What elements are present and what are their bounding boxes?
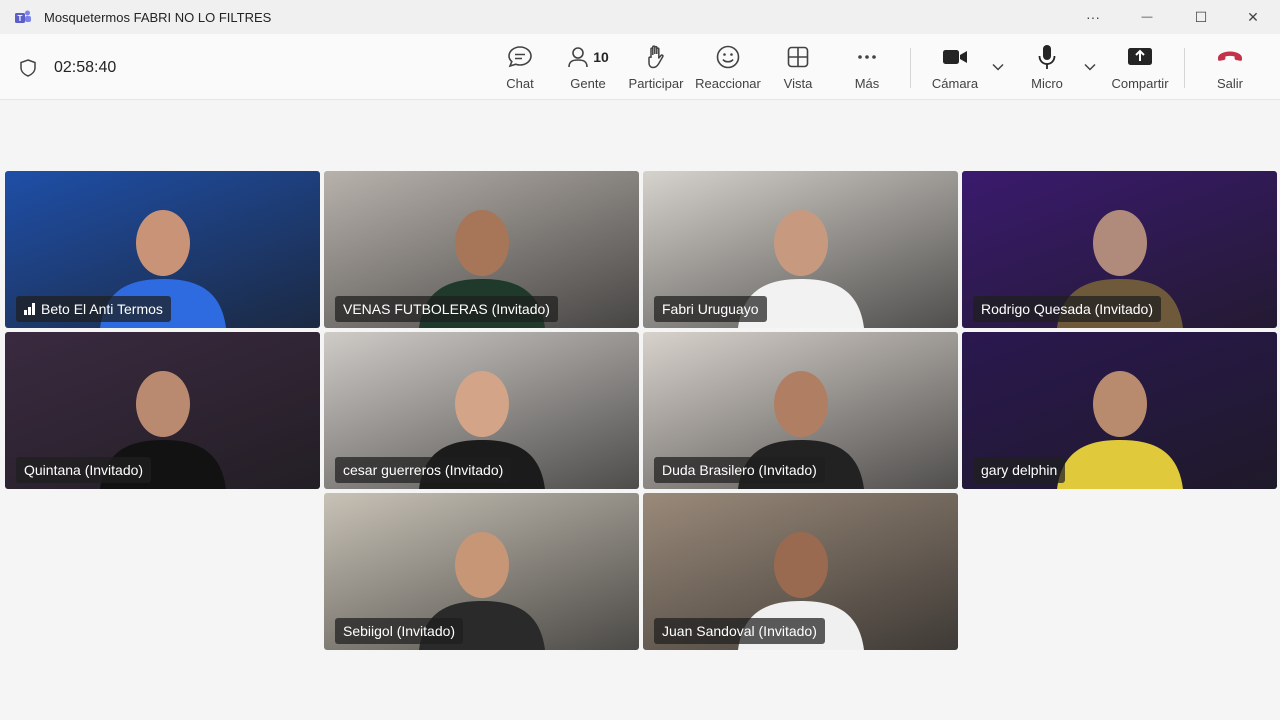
people-count: 10 — [593, 49, 609, 65]
camera-button[interactable]: Cámara — [928, 42, 982, 94]
silhouette-head — [1093, 210, 1147, 276]
participant-tile[interactable]: cesar guerreros (Invitado) — [324, 332, 639, 489]
participant-name-tag: VENAS FUTBOLERAS (Invitado) — [335, 296, 558, 322]
silhouette-head — [774, 532, 828, 598]
smile-icon — [716, 45, 740, 69]
teams-app-icon: T — [15, 10, 31, 23]
participant-tile[interactable]: VENAS FUTBOLERAS (Invitado) — [324, 171, 639, 328]
chat-label: Chat — [506, 76, 534, 91]
participant-name-tag: Sebiigol (Invitado) — [335, 618, 464, 644]
silhouette-head — [455, 532, 509, 598]
camera-icon — [943, 50, 967, 64]
people-label: Gente — [570, 76, 606, 91]
camera-label: Cámara — [931, 76, 979, 91]
leave-button[interactable]: Salir — [1210, 42, 1250, 94]
view-button[interactable]: Vista — [778, 42, 818, 94]
silhouette-head — [774, 210, 828, 276]
participant-name-tag: Fabri Uruguayo — [654, 296, 767, 322]
participant-name: cesar guerreros (Invitado) — [343, 462, 504, 478]
participant-tile[interactable]: Duda Brasilero (Invitado) — [643, 332, 958, 489]
participant-name: Beto El Anti Termos — [41, 301, 163, 317]
minimize-button[interactable]: — — [1124, 0, 1170, 34]
ellipsis-icon — [858, 55, 876, 59]
meeting-toolbar: 02:58:40 Chat 10 Gente Participar Reacci… — [0, 34, 1280, 100]
more-options-icon: ··· — [1086, 9, 1100, 25]
participant-tile[interactable]: Juan Sandoval (Invitado) — [643, 493, 958, 650]
silhouette-head — [1093, 371, 1147, 437]
more-label: Más — [854, 76, 880, 91]
window-title: Mosquetermos FABRI NO LO FILTRES — [44, 10, 272, 25]
maximize-icon: ☐ — [1194, 8, 1208, 25]
silhouette-head — [455, 371, 509, 437]
participant-name-tag: Rodrigo Quesada (Invitado) — [973, 296, 1161, 322]
toolbar-divider — [910, 48, 911, 88]
meeting-timer: 02:58:40 — [54, 59, 117, 76]
chat-button[interactable]: Chat — [500, 42, 540, 94]
participant-name: VENAS FUTBOLERAS (Invitado) — [343, 301, 550, 317]
mic-label: Micro — [1031, 76, 1063, 91]
mic-options-chevron-down-icon[interactable] — [1083, 60, 1097, 74]
participant-name-tag: Quintana (Invitado) — [16, 457, 152, 483]
silhouette-head — [136, 371, 190, 437]
participant-tile[interactable]: Quintana (Invitado) — [5, 332, 320, 489]
shield-icon[interactable] — [18, 58, 38, 78]
signal-bar — [24, 310, 27, 315]
react-label: Reaccionar — [695, 76, 761, 91]
silhouette-head — [774, 371, 828, 437]
signal-strength-icon — [24, 303, 35, 315]
participant-name: Sebiigol (Invitado) — [343, 623, 456, 639]
chat-icon — [508, 46, 532, 68]
people-button[interactable]: 10 Gente — [562, 42, 614, 94]
share-label: Compartir — [1111, 76, 1169, 91]
title-bar: T Mosquetermos FABRI NO LO FILTRES ··· —… — [0, 0, 1280, 34]
share-button[interactable]: Compartir — [1108, 42, 1172, 94]
view-label: Vista — [783, 76, 813, 91]
participant-tile[interactable]: Rodrigo Quesada (Invitado) — [962, 171, 1277, 328]
hand-icon — [648, 45, 664, 69]
silhouette-head — [136, 210, 190, 276]
hang-up-icon — [1218, 51, 1242, 61]
maximize-button[interactable]: ☐ — [1178, 0, 1224, 34]
raise-hand-label: Participar — [628, 76, 684, 91]
silhouette-head — [455, 210, 509, 276]
participant-name-tag: gary delphin — [973, 457, 1066, 483]
participant-name-tag: Duda Brasilero (Invitado) — [654, 457, 825, 483]
participant-tile[interactable]: Fabri Uruguayo — [643, 171, 958, 328]
participant-tile[interactable]: Sebiigol (Invitado) — [324, 493, 639, 650]
minimize-icon: — — [1141, 11, 1153, 23]
grid-view-icon — [787, 46, 809, 68]
camera-options-chevron-down-icon[interactable] — [991, 60, 1005, 74]
participant-name-tag: cesar guerreros (Invitado) — [335, 457, 512, 483]
people-icon — [568, 47, 589, 68]
participant-name-tag: Juan Sandoval (Invitado) — [654, 618, 825, 644]
participant-tile[interactable]: Beto El Anti Termos — [5, 171, 320, 328]
signal-bar — [28, 307, 31, 315]
more-button[interactable]: Más — [848, 42, 886, 94]
participant-name-tag: Beto El Anti Termos — [16, 296, 171, 322]
participant-name: Fabri Uruguayo — [662, 301, 759, 317]
participant-name: Rodrigo Quesada (Invitado) — [981, 301, 1153, 317]
participant-name: gary delphin — [981, 462, 1058, 478]
participant-name: Duda Brasilero (Invitado) — [662, 462, 817, 478]
share-screen-icon — [1128, 48, 1152, 65]
react-button[interactable]: Reaccionar — [694, 42, 762, 94]
svg-text:T: T — [18, 14, 23, 23]
participant-tile[interactable]: gary delphin — [962, 332, 1277, 489]
leave-label: Salir — [1216, 76, 1243, 91]
microphone-icon — [1038, 45, 1056, 69]
participant-name: Quintana (Invitado) — [24, 462, 144, 478]
raise-hand-button[interactable]: Participar — [626, 42, 686, 94]
participant-name: Juan Sandoval (Invitado) — [662, 623, 817, 639]
signal-bar — [32, 303, 35, 315]
more-options-button[interactable]: ··· — [1070, 0, 1116, 34]
mic-button[interactable]: Micro — [1024, 42, 1070, 94]
close-window-button[interactable]: ✕ — [1230, 0, 1276, 34]
close-icon: ✕ — [1247, 8, 1259, 25]
silhouette-body — [1057, 440, 1183, 489]
toolbar-divider-2 — [1184, 48, 1185, 88]
